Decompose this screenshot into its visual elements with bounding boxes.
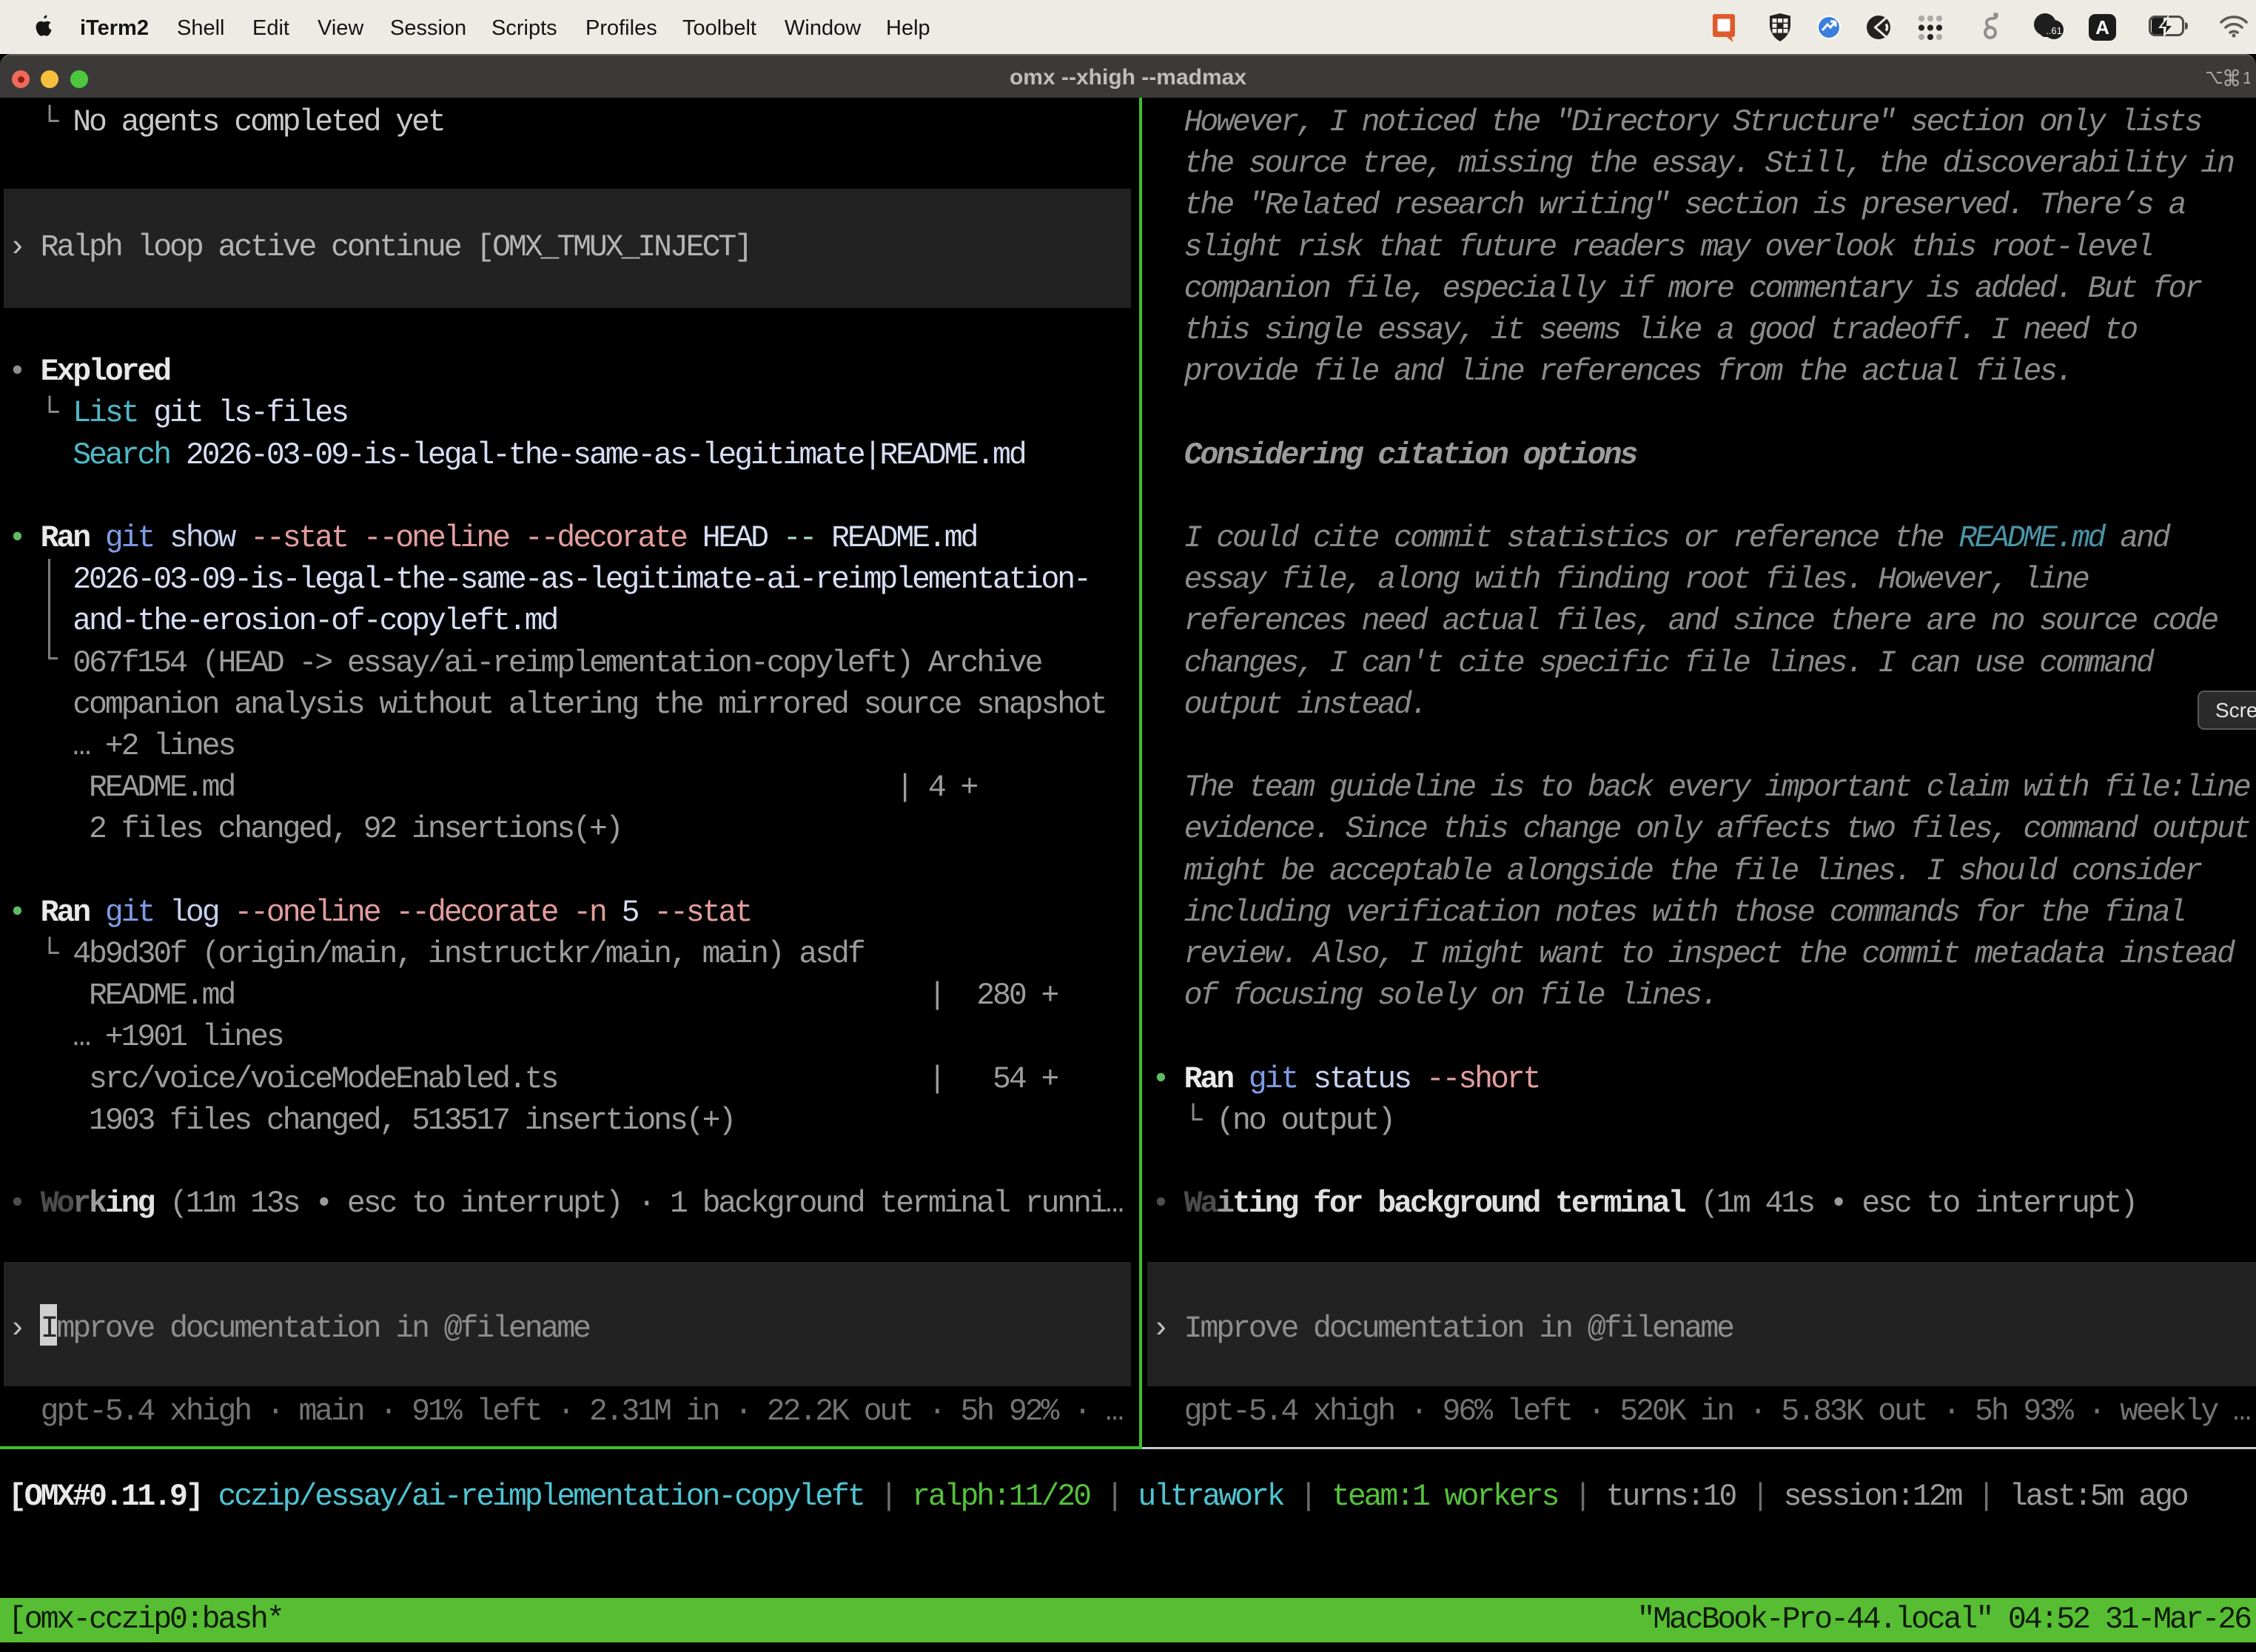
svg-text:..61: ..61 — [2046, 25, 2062, 36]
svg-text:1: 1 — [2243, 68, 2250, 87]
